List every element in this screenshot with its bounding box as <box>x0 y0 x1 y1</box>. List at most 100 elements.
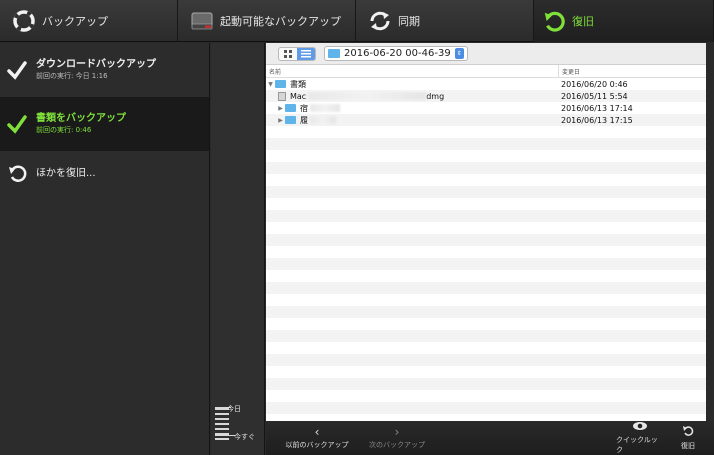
column-modified-header[interactable]: 変更日 <box>559 67 580 76</box>
drive-icon <box>190 9 214 33</box>
icon-view-button[interactable] <box>279 48 297 60</box>
empty-row <box>266 150 706 162</box>
list-icon <box>301 49 311 57</box>
previous-backup-button[interactable]: ‹ 以前のバックアップ <box>278 421 356 455</box>
empty-row <box>266 210 706 222</box>
file-name: Mac <box>290 91 307 101</box>
backup-tab[interactable]: バックアップ <box>0 0 178 42</box>
empty-row <box>266 138 706 150</box>
disclosure-collapsed-icon[interactable]: ▶ <box>276 105 285 112</box>
empty-row <box>266 126 706 138</box>
disclosure-expanded-icon[interactable]: ▼ <box>266 81 275 88</box>
sync-tab[interactable]: 同期 <box>356 0 534 42</box>
sync-tab-label: 同期 <box>398 15 420 28</box>
lifebuoy-icon <box>12 9 36 33</box>
file-name-suffix: dmg <box>426 91 445 101</box>
bootable-backup-tab-label: 起動可能なバックアップ <box>220 15 341 28</box>
file-modified-date: 2016/06/20 0:46 <box>561 79 628 89</box>
timeline-now-label[interactable]: 今すぐ <box>234 432 255 442</box>
empty-row <box>266 258 706 270</box>
file-row[interactable]: ▶ 履 2016/06/13 17:15 <box>266 114 706 126</box>
restore-other-button[interactable]: ほかを復旧... <box>0 151 209 197</box>
column-name-header[interactable]: 名前 <box>266 64 559 78</box>
empty-row <box>266 402 706 414</box>
redacted-region <box>310 104 340 112</box>
empty-row <box>266 270 706 282</box>
column-header: 名前 変更日 <box>266 64 706 78</box>
restore-tab-label: 復旧 <box>572 15 594 28</box>
view-mode-segmented-control <box>278 46 316 61</box>
empty-row <box>266 246 706 258</box>
empty-row <box>266 174 706 186</box>
empty-row <box>266 234 706 246</box>
sidebar-item-title: 書類をバックアップ <box>36 113 126 124</box>
empty-row <box>266 162 706 174</box>
file-row[interactable]: Mac dmg 2016/05/11 5:54 <box>266 90 706 102</box>
restore-other-label: ほかを復旧... <box>36 168 96 179</box>
timeline-today-label[interactable]: 今日 <box>227 404 241 414</box>
empty-row <box>266 342 706 354</box>
document-icon <box>278 91 286 101</box>
empty-row <box>266 222 706 234</box>
backup-sidebar: ダウンロードバックアップ 前回の実行: 今日 1:16 書類をバックアップ 前回… <box>0 43 210 455</box>
restore-label: 復旧 <box>681 442 695 450</box>
folder-icon <box>285 116 296 124</box>
folder-icon <box>275 80 286 88</box>
empty-row <box>266 318 706 330</box>
file-name: 宿 <box>300 103 308 113</box>
empty-row <box>266 354 706 366</box>
empty-row <box>266 294 706 306</box>
sidebar-item-downloads-backup[interactable]: ダウンロードバックアップ 前回の実行: 今日 1:16 <box>0 43 209 97</box>
timeline-now-tick <box>215 435 235 436</box>
chevron-right-icon: › <box>394 425 400 439</box>
file-browser: 2016-06-20 00-46-39 ⇕ 名前 変更日 ▼ 書類 2016/0… <box>266 43 706 421</box>
snapshot-path-popup[interactable]: 2016-06-20 00-46-39 ⇕ <box>324 46 468 61</box>
quick-look-button[interactable]: クイックルック <box>616 421 664 455</box>
redacted-region <box>308 92 427 100</box>
backup-timeline[interactable]: 今日 今すぐ <box>211 43 265 455</box>
empty-row <box>266 198 706 210</box>
empty-row <box>266 366 706 378</box>
quick-look-label: クイックルック <box>616 436 658 454</box>
restore-tab[interactable]: 復旧 <box>534 0 714 42</box>
file-name: 書類 <box>290 79 306 89</box>
empty-row <box>266 390 706 402</box>
empty-row <box>266 306 706 318</box>
sync-icon <box>368 9 392 33</box>
snapshot-path-label: 2016-06-20 00-46-39 <box>344 48 451 59</box>
chevron-left-icon: ‹ <box>314 425 320 439</box>
empty-row <box>266 282 706 294</box>
file-modified-date: 2016/06/13 17:14 <box>561 103 633 113</box>
grid-icon <box>284 49 292 58</box>
file-row[interactable]: ▶ 宿 2016/06/13 17:14 <box>266 102 706 114</box>
file-modified-date: 2016/05/11 5:54 <box>561 91 628 101</box>
list-view-button[interactable] <box>297 47 315 60</box>
next-backup-label: 次のバックアップ <box>369 441 425 449</box>
sidebar-item-last-run: 前回の実行: 0:46 <box>36 126 92 134</box>
sidebar-item-last-run: 前回の実行: 今日 1:16 <box>36 72 108 80</box>
popup-stepper-icon: ⇕ <box>454 48 464 59</box>
file-row[interactable]: ▼ 書類 2016/06/20 0:46 <box>266 78 706 90</box>
disclosure-collapsed-icon[interactable]: ▶ <box>276 117 285 124</box>
sidebar-item-documents-backup[interactable]: 書類をバックアップ 前回の実行: 0:46 <box>0 97 209 151</box>
previous-backup-label: 以前のバックアップ <box>285 441 349 449</box>
sidebar-item-title: ダウンロードバックアップ <box>36 59 156 70</box>
empty-row <box>266 186 706 198</box>
bottom-bar: ‹ 以前のバックアップ › 次のバックアップ クイックルック 復旧 <box>266 421 714 455</box>
restore-button[interactable]: 復旧 <box>671 421 705 455</box>
redacted-region <box>310 116 336 124</box>
browser-toolbar: 2016-06-20 00-46-39 ⇕ <box>266 43 706 65</box>
next-backup-button[interactable]: › 次のバックアップ <box>362 421 432 455</box>
restore-icon <box>682 425 694 439</box>
restore-icon <box>4 161 30 187</box>
scrollbar-gutter <box>706 43 714 421</box>
main-toolbar: バックアップ 起動可能なバックアップ 同期 復旧 <box>0 0 714 42</box>
checkmark-icon <box>4 57 30 83</box>
checkmark-icon <box>4 111 30 137</box>
empty-row <box>266 378 706 390</box>
empty-row <box>266 330 706 342</box>
backup-tab-label: バックアップ <box>42 15 108 28</box>
app-window: バックアップ 起動可能なバックアップ 同期 復旧 ダウンロードバックアップ 前回… <box>0 0 714 455</box>
folder-icon <box>328 49 340 58</box>
bootable-backup-tab[interactable]: 起動可能なバックアップ <box>178 0 356 42</box>
